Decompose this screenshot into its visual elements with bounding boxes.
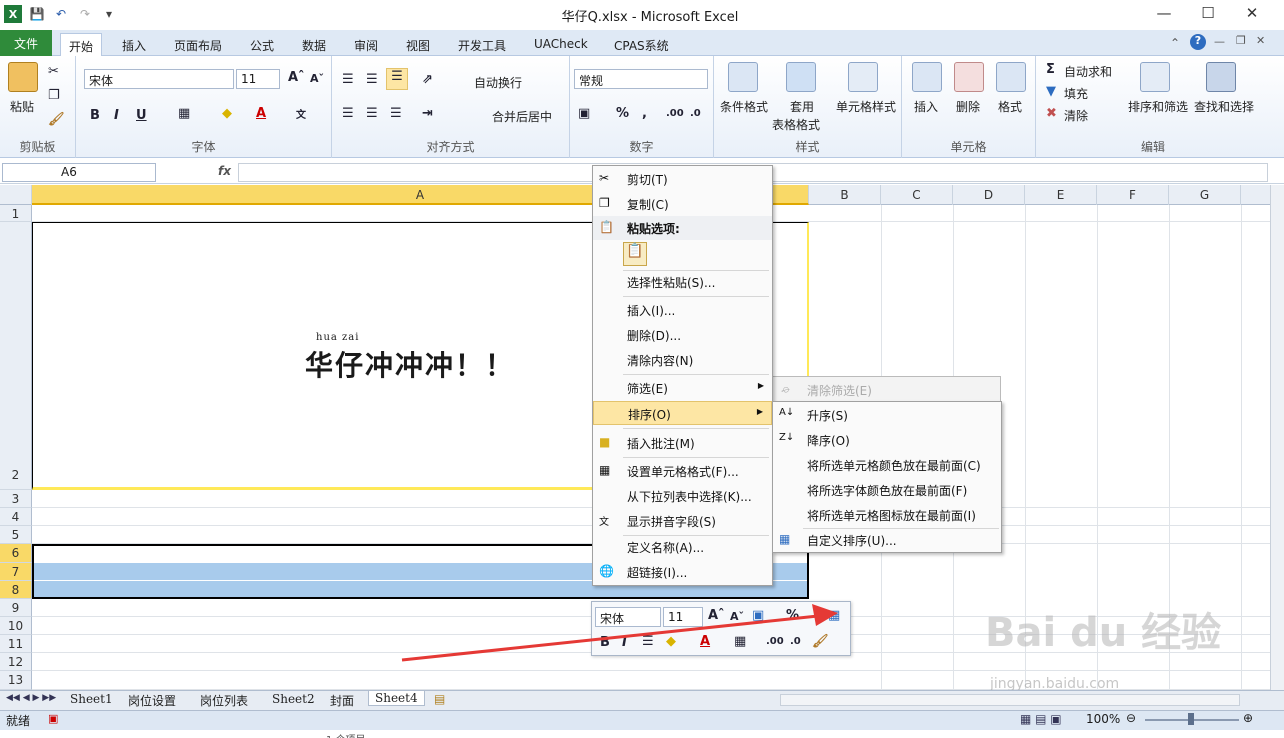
sheet-tab-active[interactable]: Sheet4 <box>368 691 425 706</box>
zoom-slider-thumb[interactable] <box>1188 713 1194 725</box>
zoom-level[interactable]: 100% <box>1086 712 1120 726</box>
zoom-in-icon[interactable]: ⊕ <box>1243 711 1253 725</box>
sheet-tab[interactable]: 封面 <box>330 692 354 709</box>
sheet-tab[interactable]: 岗位设置 <box>128 692 176 709</box>
baidu-watermark: Bai du 经验 <box>985 610 1222 656</box>
zoom-out-icon[interactable]: ⊖ <box>1126 711 1136 725</box>
sheet-nav-icon[interactable]: ◀◀ ◀ ▶ ▶▶ <box>6 693 56 703</box>
sheet-tab[interactable]: 岗位列表 <box>200 692 248 709</box>
taskbar-hint: 1 个项目 <box>326 731 386 738</box>
status-ready: 就绪 <box>6 714 31 728</box>
add-sheet-icon[interactable]: ▤ <box>434 692 445 706</box>
sheet-tab[interactable]: Sheet2 <box>272 692 315 706</box>
macro-record-icon[interactable]: ▣ <box>48 712 58 725</box>
vertical-scrollbar[interactable] <box>1270 185 1284 690</box>
horizontal-scrollbar[interactable] <box>780 694 1240 706</box>
sheet-tab[interactable]: Sheet1 <box>70 692 113 706</box>
view-mode-icons[interactable]: ▦ ▤ ▣ <box>1020 712 1062 726</box>
